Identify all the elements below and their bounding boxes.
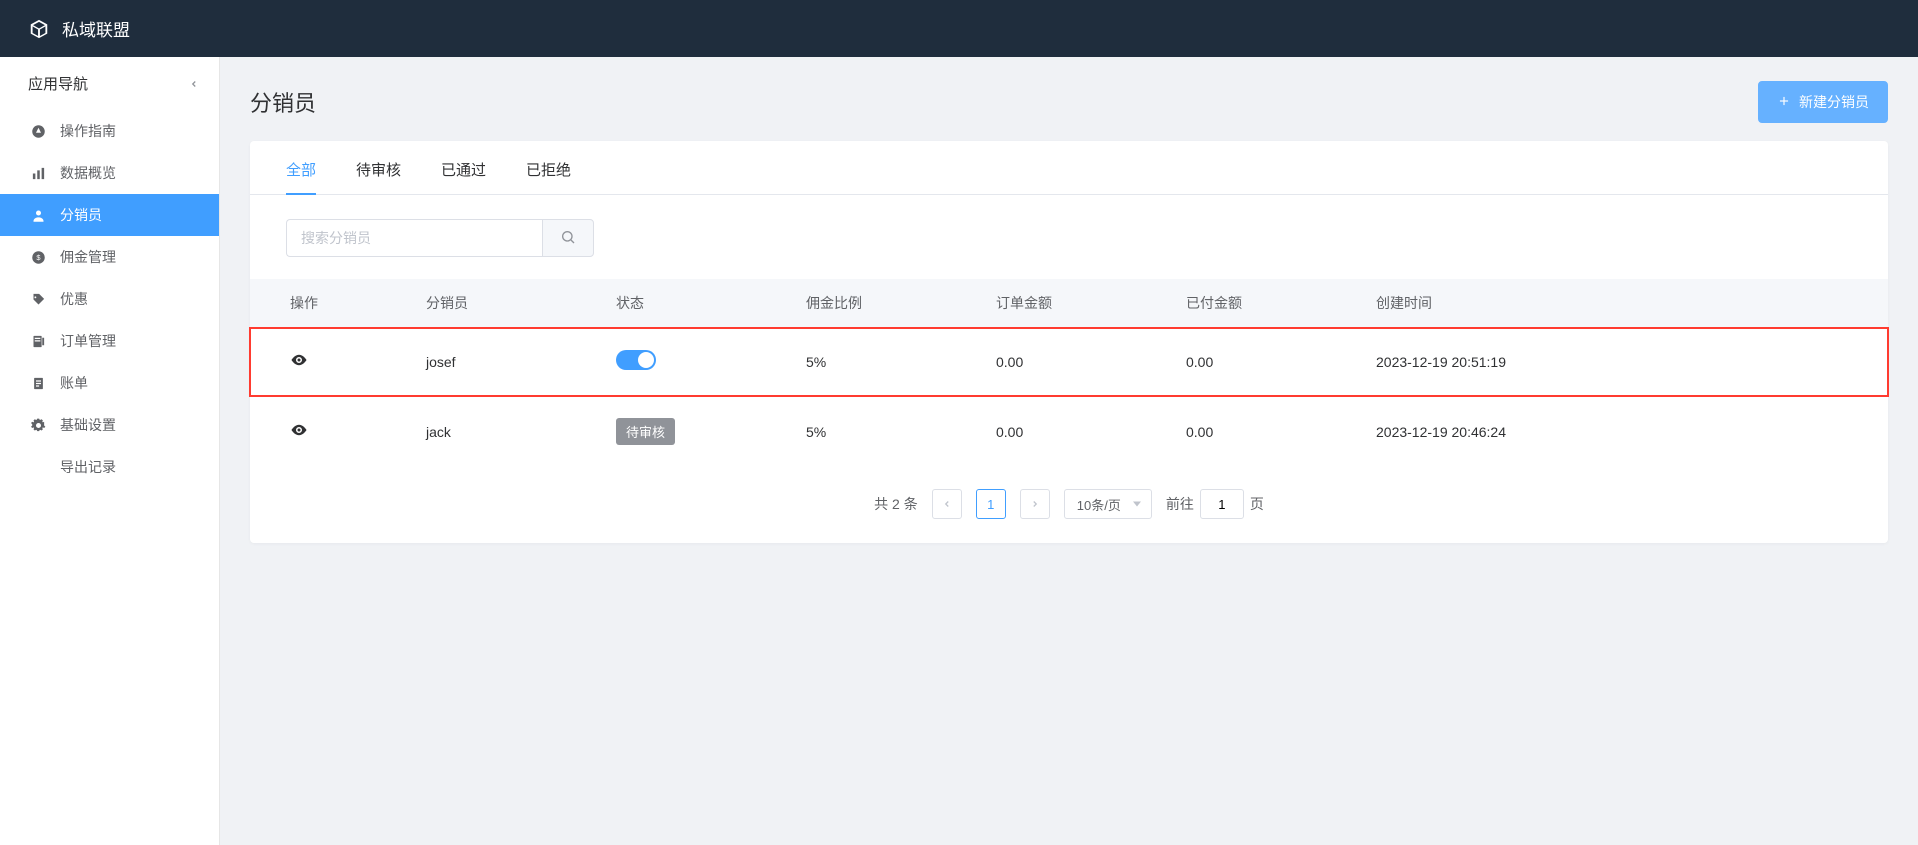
- sidebar-item[interactable]: 导出记录: [0, 446, 219, 488]
- cell-name: jack: [410, 396, 600, 468]
- new-button-label: 新建分销员: [1799, 92, 1869, 112]
- tab[interactable]: 已通过: [441, 159, 486, 194]
- th-order: 订单金额: [980, 279, 1170, 328]
- cell-status: [600, 328, 790, 396]
- th-name: 分销员: [410, 279, 600, 328]
- th-paid: 已付金额: [1170, 279, 1360, 328]
- sidebar-item[interactable]: 基础设置: [0, 404, 219, 446]
- sidebar-item-label: 操作指南: [60, 121, 116, 141]
- status-badge: 待审核: [616, 418, 675, 445]
- search-icon: [560, 229, 576, 248]
- sidebar-item[interactable]: 账单: [0, 362, 219, 404]
- pagination-goto-prefix: 前往: [1166, 494, 1194, 514]
- sidebar-item-label: 订单管理: [60, 331, 116, 351]
- tab[interactable]: 待审核: [356, 159, 401, 194]
- sidebar: 应用导航 操作指南数据概览分销员 $ 佣金管理优惠订单管理账单基础设置导出记录: [0, 57, 220, 845]
- menu-icon: [30, 334, 46, 349]
- pagination-total: 共 2 条: [874, 494, 918, 514]
- th-status: 状态: [600, 279, 790, 328]
- brand-title: 私域联盟: [62, 16, 130, 41]
- sidebar-item-label: 基础设置: [60, 415, 116, 435]
- brand: 私域联盟: [28, 16, 130, 41]
- sidebar-title: 应用导航: [28, 73, 88, 94]
- sidebar-item[interactable]: 数据概览: [0, 152, 219, 194]
- cell-name: josef: [410, 328, 600, 396]
- distributor-table: 操作 分销员 状态 佣金比例 订单金额 已付金额 创建时间 josef5%0.0…: [250, 279, 1888, 467]
- cell-rate: 5%: [790, 396, 980, 468]
- menu-icon: [30, 208, 46, 223]
- sidebar-item[interactable]: 操作指南: [0, 110, 219, 152]
- cell-order-amount: 0.00: [980, 328, 1170, 396]
- cube-icon: [28, 18, 50, 40]
- menu-icon: [30, 460, 46, 475]
- cell-rate: 5%: [790, 328, 980, 396]
- sidebar-item-label: 优惠: [60, 289, 88, 309]
- menu-icon: [30, 166, 46, 181]
- cell-order-amount: 0.00: [980, 396, 1170, 468]
- menu-icon: [30, 418, 46, 433]
- cell-created-at: 2023-12-19 20:46:24: [1360, 396, 1888, 468]
- th-created: 创建时间: [1360, 279, 1888, 328]
- table-row: josef5%0.000.002023-12-19 20:51:19: [250, 328, 1888, 396]
- cell-status: 待审核: [600, 396, 790, 468]
- menu-icon: [30, 292, 46, 307]
- pagination: 共 2 条 1 10条/页 前往 页: [250, 467, 1888, 519]
- sidebar-item-label: 数据概览: [60, 163, 116, 183]
- sidebar-collapse-icon[interactable]: [189, 76, 199, 92]
- view-icon[interactable]: [290, 351, 308, 369]
- top-header: 私域联盟: [0, 0, 1918, 57]
- sidebar-item-label: 分销员: [60, 205, 102, 225]
- tab[interactable]: 全部: [286, 159, 316, 194]
- pagination-size-select[interactable]: 10条/页: [1064, 489, 1152, 519]
- sidebar-item[interactable]: 优惠: [0, 278, 219, 320]
- page-title: 分销员: [250, 86, 316, 118]
- main-content: 分销员 新建分销员 全部待审核已通过已拒绝: [220, 57, 1918, 845]
- view-icon[interactable]: [290, 421, 308, 439]
- cell-paid-amount: 0.00: [1170, 396, 1360, 468]
- pagination-next-button[interactable]: [1020, 489, 1050, 519]
- sidebar-item-label: 导出记录: [60, 457, 116, 477]
- pagination-goto-input[interactable]: [1200, 489, 1244, 519]
- sidebar-item[interactable]: 分销员: [0, 194, 219, 236]
- pagination-prev-button[interactable]: [932, 489, 962, 519]
- cell-created-at: 2023-12-19 20:51:19: [1360, 328, 1888, 396]
- search-button[interactable]: [542, 219, 594, 257]
- sidebar-item[interactable]: 订单管理: [0, 320, 219, 362]
- tab[interactable]: 已拒绝: [526, 159, 571, 194]
- menu-icon: [30, 124, 46, 139]
- search-input[interactable]: [286, 219, 542, 257]
- sidebar-item-label: 佣金管理: [60, 247, 116, 267]
- table-row: jack待审核5%0.000.002023-12-19 20:46:24: [250, 396, 1888, 468]
- status-toggle[interactable]: [616, 350, 656, 370]
- content-card: 全部待审核已通过已拒绝 操作: [250, 141, 1888, 543]
- th-rate: 佣金比例: [790, 279, 980, 328]
- sidebar-item-label: 账单: [60, 373, 88, 393]
- plus-icon: [1777, 94, 1791, 111]
- sidebar-item[interactable]: $ 佣金管理: [0, 236, 219, 278]
- th-action: 操作: [250, 279, 410, 328]
- pagination-page-1[interactable]: 1: [976, 489, 1006, 519]
- pagination-goto-suffix: 页: [1250, 494, 1264, 514]
- cell-paid-amount: 0.00: [1170, 328, 1360, 396]
- menu-icon: [30, 376, 46, 391]
- menu-icon: $: [30, 250, 46, 265]
- new-distributor-button[interactable]: 新建分销员: [1758, 81, 1888, 123]
